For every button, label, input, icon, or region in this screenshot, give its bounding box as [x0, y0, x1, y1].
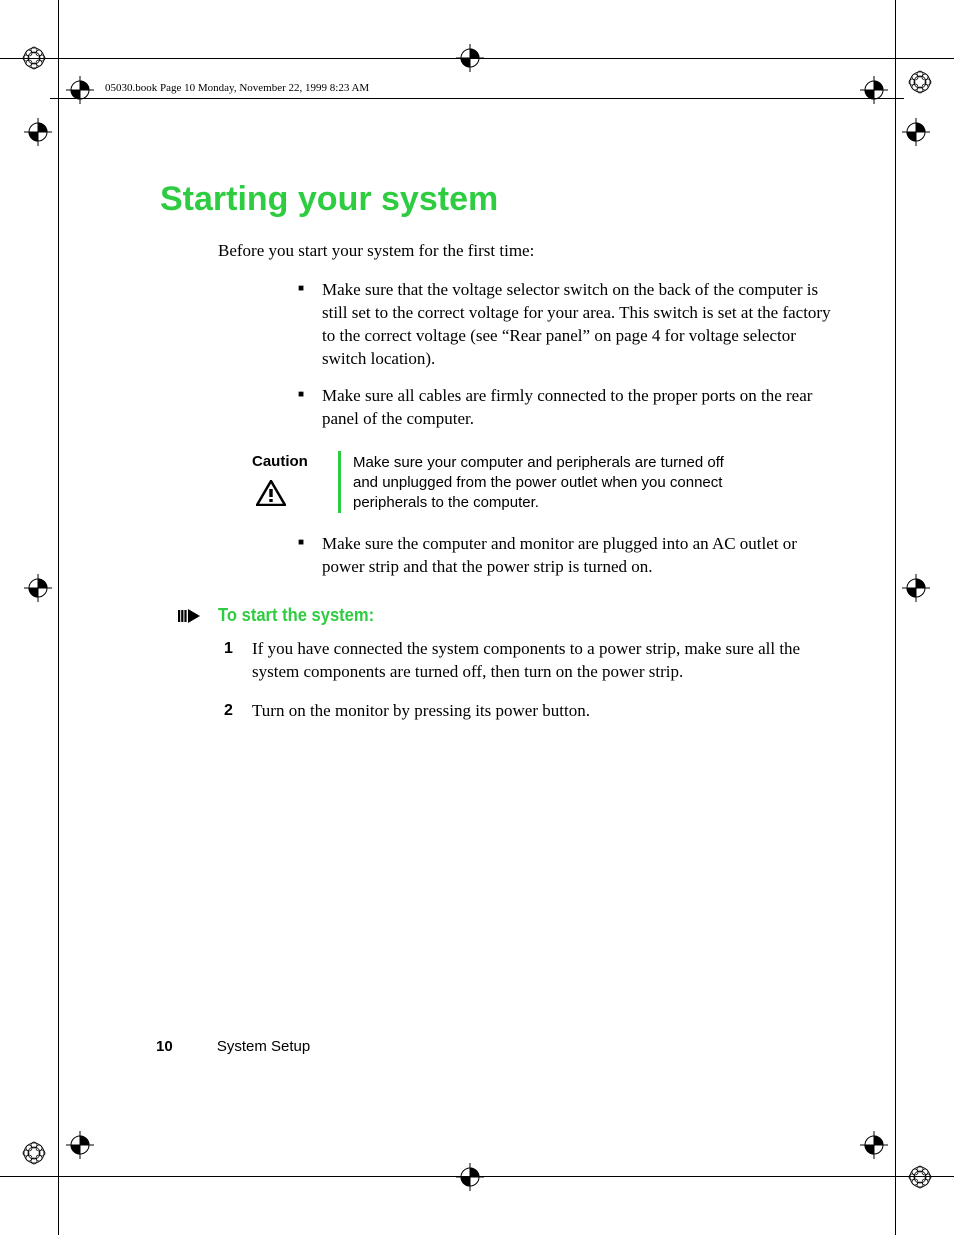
intro-paragraph: Before you start your system for the fir…: [218, 241, 840, 261]
crop-line: [895, 0, 896, 1235]
page-footer: 10 System Setup: [156, 1038, 310, 1055]
running-header-rule: [50, 98, 904, 99]
caution-label: Caution: [252, 453, 338, 470]
warning-icon: [256, 480, 338, 511]
procedure-heading-row: To start the system:: [178, 605, 840, 626]
list-item: Make sure all cables are firmly connecte…: [298, 385, 840, 431]
registration-mark-icon: [66, 76, 94, 104]
printer-rosette-icon: [22, 1141, 46, 1165]
precheck-bullet-list-continued: Make sure the computer and monitor are p…: [298, 533, 840, 579]
registration-mark-icon: [860, 76, 888, 104]
registration-mark-icon: [902, 118, 930, 146]
list-item: Make sure the computer and monitor are p…: [298, 533, 840, 579]
list-item: Turn on the monitor by pressing its powe…: [224, 700, 840, 723]
page-number: 10: [156, 1038, 173, 1055]
list-item: If you have connected the system compone…: [224, 638, 840, 684]
crop-line: [58, 0, 59, 1235]
precheck-bullet-list: Make sure that the voltage selector swit…: [298, 279, 840, 431]
caution-text: Make sure your computer and peripherals …: [353, 451, 733, 514]
printer-rosette-icon: [908, 70, 932, 94]
content-area: Starting your system Before you start yo…: [160, 180, 840, 739]
caution-left-column: Caution: [252, 451, 338, 514]
procedure-steps: If you have connected the system compone…: [224, 638, 840, 723]
registration-mark-icon: [860, 1131, 888, 1159]
list-item: Make sure that the voltage selector swit…: [298, 279, 840, 371]
registration-mark-icon: [24, 118, 52, 146]
caution-divider: [338, 451, 341, 514]
procedure-heading: To start the system:: [218, 605, 374, 626]
caution-callout: Caution Make sure your computer and peri…: [252, 451, 840, 514]
registration-mark-icon: [66, 1131, 94, 1159]
page-title: Starting your system: [160, 180, 840, 219]
registration-mark-icon: [456, 1163, 484, 1191]
printer-rosette-icon: [908, 1165, 932, 1189]
section-name: System Setup: [217, 1038, 310, 1055]
running-header: 05030.book Page 10 Monday, November 22, …: [105, 82, 369, 94]
registration-mark-icon: [24, 574, 52, 602]
printer-rosette-icon: [22, 46, 46, 70]
page: 05030.book Page 10 Monday, November 22, …: [0, 0, 954, 1235]
procedure-arrow-icon: [178, 609, 204, 623]
registration-mark-icon: [902, 574, 930, 602]
registration-mark-icon: [456, 44, 484, 72]
